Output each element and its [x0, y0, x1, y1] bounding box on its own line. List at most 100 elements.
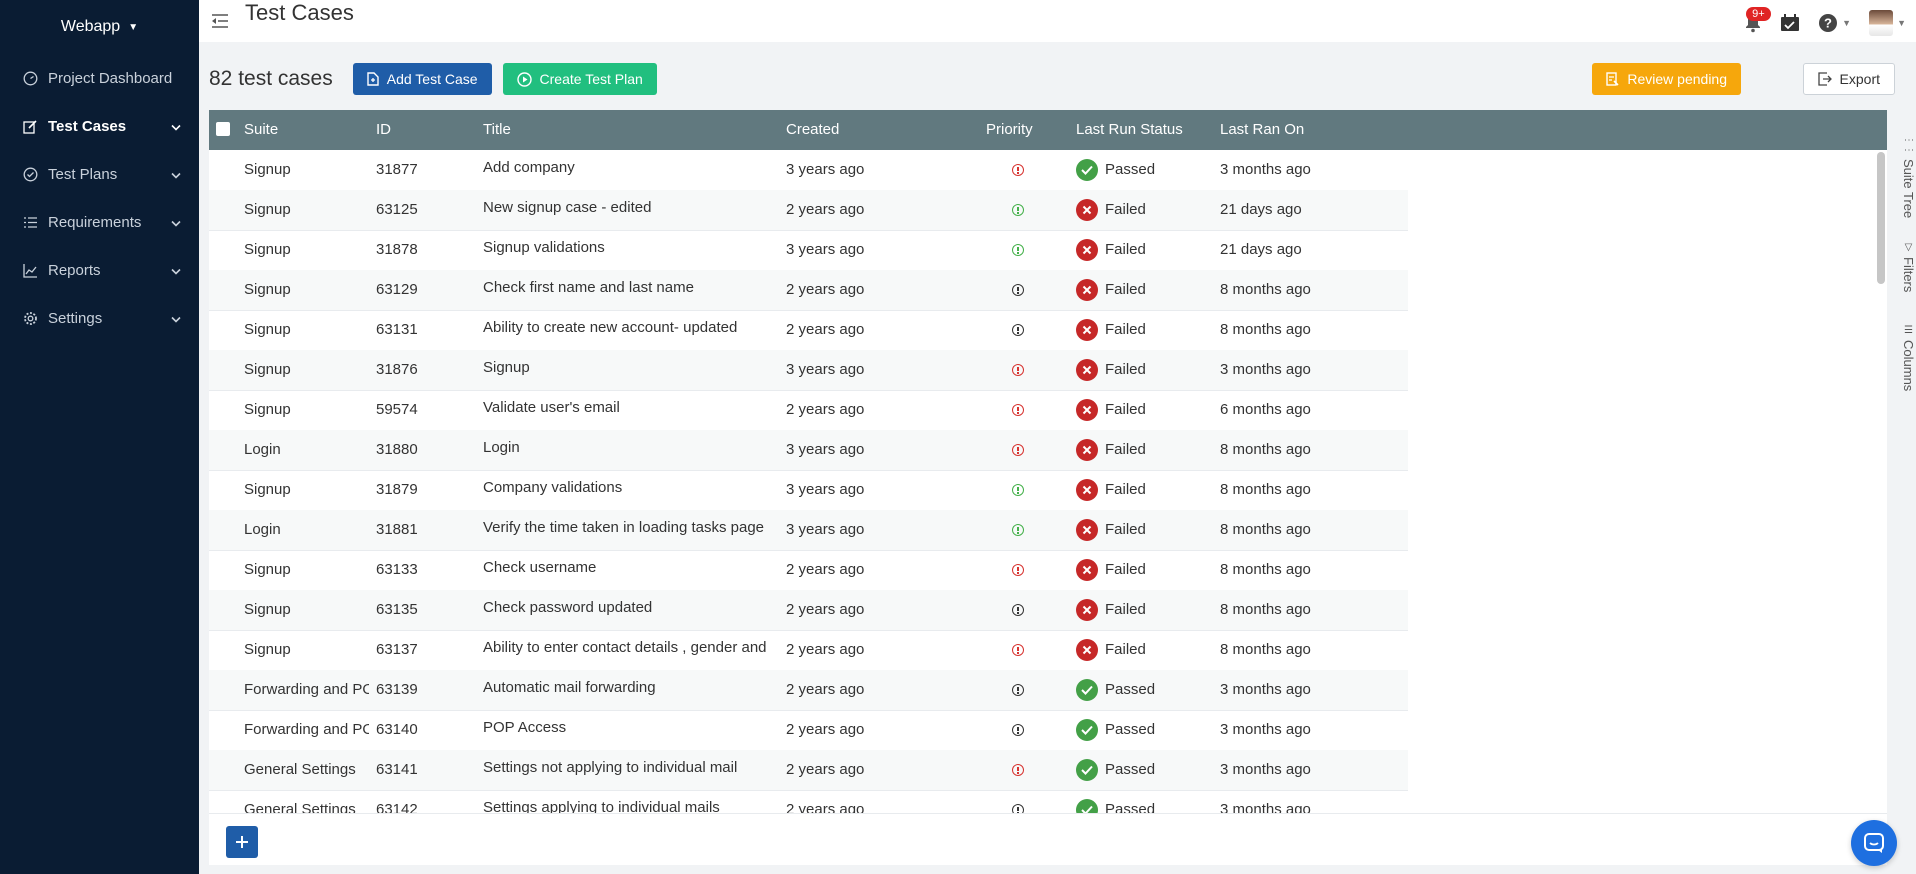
table-row[interactable]: General Settings 63142 Settings applying t…	[209, 790, 1408, 813]
table-row[interactable]: Signup 63135 Check password updated 2 years…	[209, 590, 1408, 631]
failed-x-icon	[1076, 519, 1098, 541]
calendar-check-button[interactable]	[1780, 14, 1800, 32]
column-header-last-run-status[interactable]: Last Run Status	[1076, 110, 1183, 150]
column-header-suite[interactable]: Suite	[244, 110, 278, 150]
side-tab-columns[interactable]: ☰ Columns	[1901, 325, 1916, 391]
priority-icon	[1012, 764, 1024, 776]
cell-title[interactable]: Automatic mail forwarding	[483, 670, 778, 710]
select-all-checkbox[interactable]	[216, 122, 230, 136]
sidebar-item-settings[interactable]: Settings	[0, 294, 199, 342]
cell-id: 31879	[376, 481, 418, 498]
sidebar-item-test-cases[interactable]: Test Cases	[0, 102, 199, 150]
add-test-case-button[interactable]: Add Test Case	[352, 63, 492, 95]
side-tab-suite-tree[interactable]: ⋮⋮ Suite Tree	[1901, 135, 1916, 218]
cell-id: 31876	[376, 361, 418, 378]
cell-title[interactable]: Verify the time taken in loading tasks p…	[483, 510, 778, 550]
priority-icon	[1012, 524, 1024, 536]
cell-title[interactable]: Validate user's email	[483, 390, 778, 430]
cell-title[interactable]: Signup validations	[483, 230, 778, 270]
table-row[interactable]: Signup 31876 Signup 3 years ago 3 months ago…	[209, 350, 1408, 391]
passed-check-icon	[1076, 799, 1098, 813]
cell-title[interactable]: Ability to create new account- updated	[483, 310, 778, 350]
cell-title[interactable]: Add company	[483, 150, 778, 190]
vertical-scrollbar[interactable]	[1877, 152, 1885, 852]
cell-title[interactable]: Check password updated	[483, 590, 778, 630]
table-row[interactable]: Signup 31879 Company validations 3 years ag…	[209, 470, 1408, 511]
cell-last-ran-on: 8 months ago	[1220, 521, 1311, 538]
cell-created: 2 years ago	[786, 281, 865, 298]
side-tab-filters[interactable]: ▽ Filters	[1901, 242, 1916, 292]
tree-icon: ⋮⋮	[1903, 135, 1914, 155]
help-icon: ?	[1819, 14, 1838, 32]
column-header-id[interactable]: ID	[376, 110, 391, 150]
column-header-created[interactable]: Created	[786, 110, 839, 150]
cell-title[interactable]: Settings applying to individual mails	[483, 790, 778, 813]
table-row[interactable]: Signup 63133 Check username 2 years ago 8 mo…	[209, 550, 1408, 591]
cell-title[interactable]: POP Access	[483, 710, 778, 750]
sidebar-item-project-dashboard[interactable]: Project Dashboard	[0, 54, 199, 102]
sidebar-item-requirements[interactable]: Requirements	[0, 198, 199, 246]
column-header-title[interactable]: Title	[483, 110, 511, 150]
cell-title[interactable]: Signup	[483, 350, 778, 390]
user-menu[interactable]: ▼	[1869, 10, 1906, 36]
column-header-priority[interactable]: Priority	[986, 110, 1033, 150]
svg-text:?: ?	[1824, 16, 1832, 31]
cell-id: 31880	[376, 441, 418, 458]
table-row[interactable]: Login 31880 Login 3 years ago 8 months ago Fa…	[209, 430, 1408, 471]
notifications-button[interactable]: 9+	[1744, 7, 1771, 33]
table-row[interactable]: Login 31881 Verify the time taken in loadi…	[209, 510, 1408, 551]
caret-down-icon: ▼	[128, 21, 139, 33]
chat-support-button[interactable]	[1851, 820, 1897, 866]
table-row[interactable]: Signup 63125 New signup case - edited 2 yea…	[209, 190, 1408, 231]
table-row[interactable]: Signup 63137 Ability to enter contact deta…	[209, 630, 1408, 671]
add-test-case-label: Add Test Case	[386, 71, 478, 87]
columns-icon: ☰	[1903, 325, 1914, 336]
column-header-last-ran-on[interactable]: Last Ran On	[1220, 110, 1304, 150]
scrollbar-thumb[interactable]	[1877, 152, 1885, 284]
cell-title[interactable]: Ability to enter contact details , gende…	[483, 630, 778, 670]
side-tab-label: Suite Tree	[1901, 159, 1916, 219]
cell-created: 2 years ago	[786, 561, 865, 578]
table-row[interactable]: Forwarding and PO 63140 POP Access 2 years …	[209, 710, 1408, 751]
project-switcher[interactable]: Webapp ▼	[0, 0, 199, 54]
cell-created: 3 years ago	[786, 521, 865, 538]
cell-title[interactable]: Settings not applying to individual mail	[483, 750, 778, 790]
cell-title[interactable]: Check first name and last name	[483, 270, 778, 310]
create-test-plan-button[interactable]: Create Test Plan	[502, 63, 657, 95]
cell-suite: Signup	[244, 481, 291, 498]
cell-id: 63135	[376, 601, 418, 618]
table-row[interactable]: General Settings 63141 Settings not applyi…	[209, 750, 1408, 791]
table-row[interactable]: Signup 31877 Add company 3 years ago 3 month…	[209, 150, 1408, 191]
cell-created: 2 years ago	[786, 321, 865, 338]
table-row[interactable]: Signup 31878 Signup validations 3 years ago…	[209, 230, 1408, 271]
table-row[interactable]: Signup 63129 Check first name and last nam…	[209, 270, 1408, 311]
help-button[interactable]: ? ▼	[1818, 13, 1851, 33]
add-row-button[interactable]	[226, 826, 258, 858]
avatar	[1869, 10, 1894, 36]
export-button[interactable]: Export	[1802, 63, 1895, 95]
sidebar-item-test-plans[interactable]: Test Plans	[0, 150, 199, 198]
review-pending-button[interactable]: Review pending	[1592, 63, 1741, 95]
table-row[interactable]: Signup 59574 Validate user's email 2 years …	[209, 390, 1408, 431]
failed-x-icon	[1076, 479, 1098, 501]
sidebar-item-label: Requirements	[48, 213, 142, 231]
cell-suite: Signup	[244, 401, 291, 418]
table-row[interactable]: Forwarding and PO 63139 Automatic mail for…	[209, 670, 1408, 711]
sidebar-item-reports[interactable]: Reports	[0, 246, 199, 294]
chevron-down-icon	[171, 214, 181, 231]
caret-down-icon: ▼	[1897, 18, 1906, 28]
cell-last-run-status: Failed	[1105, 321, 1146, 338]
cell-suite: Login	[244, 521, 281, 538]
cell-title[interactable]: New signup case - edited	[483, 190, 778, 230]
priority-icon	[1012, 564, 1024, 576]
failed-x-icon	[1076, 359, 1098, 381]
table-footer	[209, 813, 1887, 865]
cell-title[interactable]: Check username	[483, 550, 778, 590]
table-row[interactable]: Signup 63131 Ability to create new account…	[209, 310, 1408, 351]
cell-title[interactable]: Company validations	[483, 470, 778, 510]
cell-last-ran-on: 21 days ago	[1220, 201, 1302, 218]
sidebar-item-label: Reports	[48, 261, 101, 279]
cell-title[interactable]: Login	[483, 430, 778, 470]
cell-id: 63140	[376, 721, 418, 738]
collapse-menu-icon[interactable]	[209, 10, 231, 32]
